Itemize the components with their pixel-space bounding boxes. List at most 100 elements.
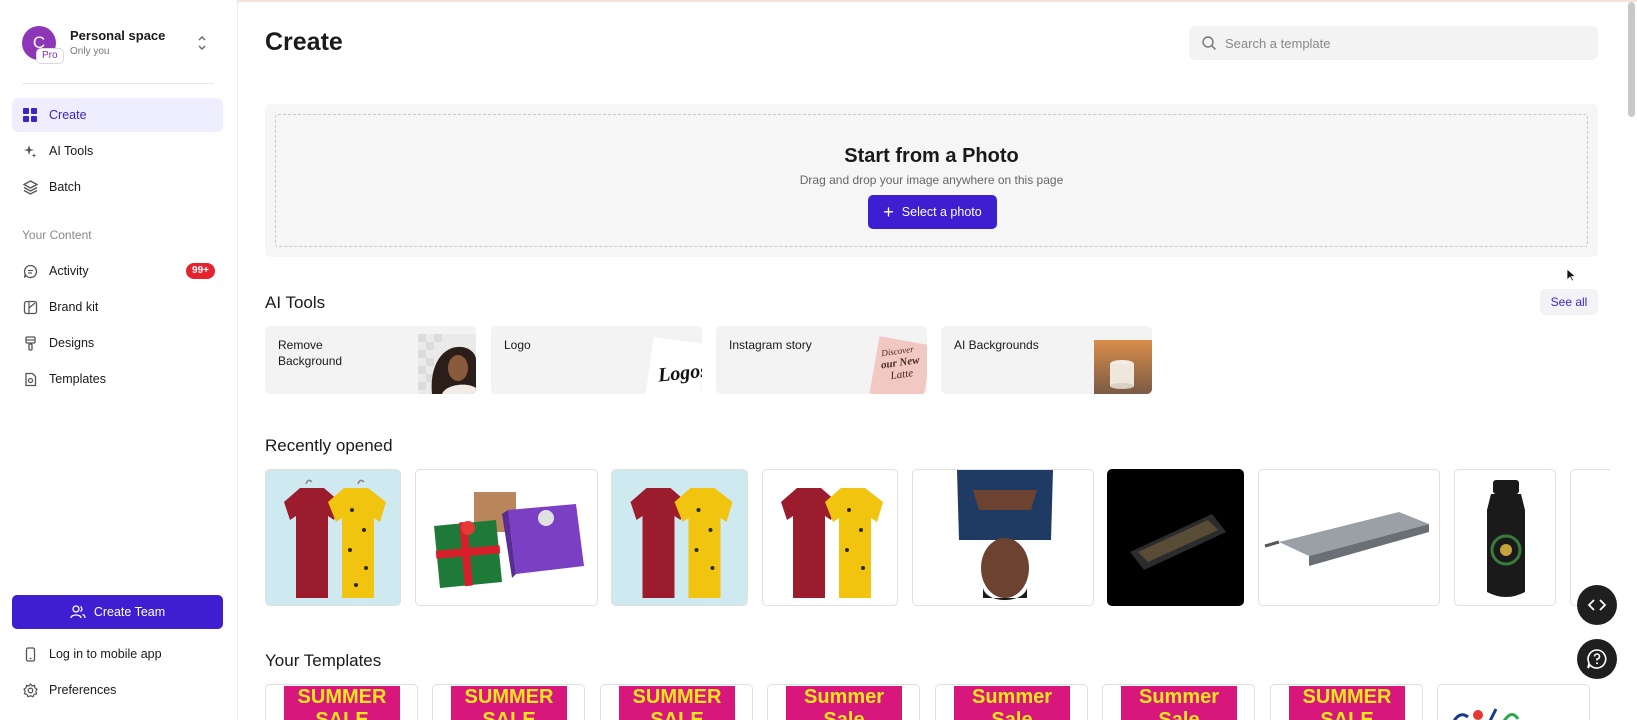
help-chat-icon [1587,649,1607,669]
dropzone-subtitle: Drag and drop your image anywhere on thi… [799,173,1064,187]
sidebar-item-label: Designs [49,336,95,350]
users-icon [70,604,86,620]
sidebar-item-ai-tools[interactable]: AI Tools [12,134,223,168]
recent-item-shirts[interactable] [265,469,401,606]
pro-badge: Pro [36,48,64,64]
recent-item-shirts[interactable] [611,469,748,606]
phone-icon [22,646,38,662]
template-thumbnail-text: Summer Sale [954,686,1070,720]
sidebar-item-designs[interactable]: Designs [12,326,223,360]
sidebar-item-label: Activity [49,264,89,278]
workspace-name: Personal space [70,28,166,43]
sidebar-item-activity[interactable]: Activity 99+ [12,254,223,288]
ai-backgrounds-thumbnail [1094,340,1152,394]
recent-item-pen-case[interactable] [1107,469,1244,606]
logo-thumbnail: Logos [645,336,702,394]
template-thumbnail-text: SUMMER SALE [284,686,400,720]
grid-icon [22,107,38,123]
create-team-label: Create Team [93,605,166,619]
tool-card-instagram-story[interactable]: Instagram story Discover our New Latte [716,326,927,394]
sidebar-item-label: Brand kit [49,300,99,314]
chevron-up-down-icon[interactable] [196,32,208,54]
remove-background-thumbnail [418,334,476,394]
select-photo-label: Select a photo [901,205,982,219]
template-icon [22,371,38,387]
section-heading-ai-tools: AI Tools [265,293,326,312]
sidebar-item-brand-kit[interactable]: Brand kit [12,290,223,324]
template-card[interactable]: Summer Sale [767,684,920,720]
template-card[interactable]: SUMMER SALE [600,684,753,720]
usb-hub-thumbnail [1264,512,1429,566]
bottle-thumbnail [1487,480,1525,597]
code-icon [1587,599,1607,611]
search-bar[interactable] [1189,26,1598,60]
instagram-story-thumbnail: Discover our New Latte [869,336,927,394]
template-thumbnail-text: SUMMER SALE [451,686,567,720]
template-card[interactable]: Summer Sale [1102,684,1255,720]
see-all-button[interactable]: See all [1540,289,1598,315]
tool-card-label: AI Backgrounds [954,338,1039,352]
shirts-thumbnail [781,488,883,598]
tool-card-label: Instagram story [729,338,812,352]
tool-card-ai-backgrounds[interactable]: AI Backgrounds [941,326,1152,394]
shirts-thumbnail [630,488,733,598]
tool-card-logo[interactable]: Logo Logos [491,326,702,394]
template-thumbnail-text: Summer Sale [786,686,902,720]
designs-icon [22,335,38,351]
chat-icon [22,263,38,279]
plus-icon: + [883,202,894,222]
section-heading-your-templates: Your Templates [265,651,382,670]
sidebar-item-label: Batch [49,180,81,194]
dropzone-title: Start from a Photo [844,145,1019,167]
recent-item-shirts[interactable] [762,469,898,606]
template-card[interactable]: SUMMER SALE [1270,684,1423,720]
workspace-subtitle: Only you [70,46,110,57]
sidebar-item-create[interactable]: Create [12,98,223,132]
sidebar-item-mobile-app[interactable]: Log in to mobile app [12,637,223,671]
template-thumbnail-text: Summer Sale [1121,686,1237,720]
template-card[interactable]: SUMMER SALE [265,684,418,720]
recent-item-man-photo[interactable] [912,469,1094,606]
sidebar-item-label: Templates [49,372,106,386]
sidebar: C Pro Personal space Only you Create AI … [0,0,238,720]
section-heading-recently-opened: Recently opened [265,436,393,455]
dropzone-border: Start from a Photo Drag and drop your im… [275,114,1588,247]
top-accent-line [0,0,1637,2]
template-thumbnail-text: SUMMER SALE [1289,686,1405,720]
brand-kit-icon [22,299,38,315]
template-thumbnail-graphic [1452,708,1520,720]
recent-item-usb-hub[interactable] [1258,469,1440,606]
tool-card-remove-background[interactable]: Remove Background [265,326,476,394]
tool-card-label: Logo [504,338,531,352]
page-title: Create [265,28,343,56]
template-card[interactable]: Summer Sale [935,684,1088,720]
photo-dropzone[interactable]: Start from a Photo Drag and drop your im… [265,104,1598,257]
search-input[interactable] [1225,35,1585,51]
template-card[interactable]: SUMMER SALE [432,684,585,720]
recent-item-gift-boxes[interactable] [415,469,598,606]
layers-icon [22,179,38,195]
sidebar-item-preferences[interactable]: Preferences [12,673,223,707]
workspace-switcher[interactable]: C Pro Personal space Only you [22,26,222,66]
code-embed-button[interactable] [1577,585,1617,625]
man-photo-thumbnail [957,470,1053,600]
notification-badge: 99+ [186,263,215,279]
template-thumbnail-text: SUMMER SALE [619,686,735,720]
shirts-thumbnail [284,479,386,598]
gear-icon [22,682,38,698]
section-label-your-content: Your Content [22,228,92,242]
gift-boxes-thumbnail [434,492,584,588]
template-card[interactable] [1437,684,1590,720]
help-chat-button[interactable] [1577,639,1617,679]
sidebar-item-batch[interactable]: Batch [12,170,223,204]
recent-item-bottle[interactable] [1454,469,1556,606]
sidebar-item-templates[interactable]: Templates [12,362,223,396]
create-team-button[interactable]: Create Team [12,595,223,629]
pen-case-thumbnail [1130,514,1226,570]
page-scrollbar[interactable] [1628,2,1635,117]
select-photo-button[interactable]: + Select a photo [868,195,997,229]
sidebar-item-label: Log in to mobile app [49,647,162,661]
svg-text:Logos: Logos [656,359,702,386]
sparkles-icon [22,143,38,159]
mouse-cursor-icon [1566,268,1576,282]
